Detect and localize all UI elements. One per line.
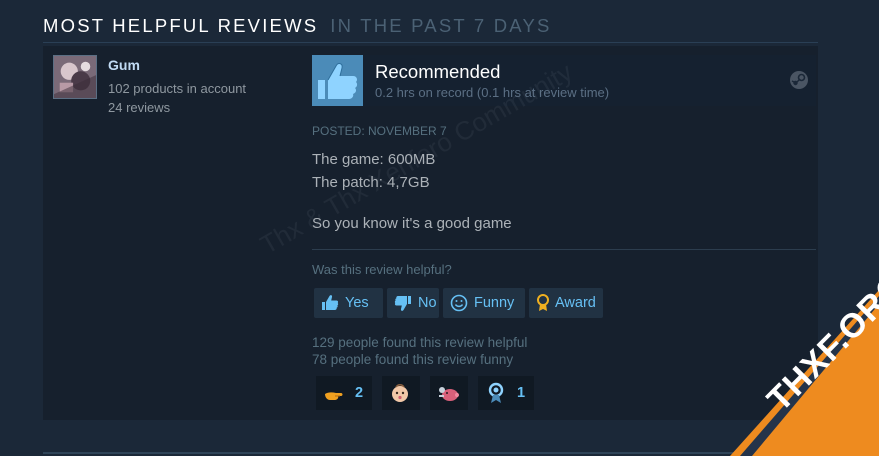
user-name[interactable]: Gum: [108, 57, 140, 73]
pig-icon: [439, 387, 459, 401]
steam-logo-icon: [790, 71, 808, 89]
award-badge[interactable]: 1: [478, 376, 534, 410]
thumbs-up-icon: [322, 295, 339, 310]
award-badge[interactable]: [430, 376, 468, 410]
header-divider: [43, 42, 818, 43]
award-badge[interactable]: 2: [316, 376, 372, 410]
vote-no-label: No: [418, 295, 437, 311]
award-button[interactable]: Award: [529, 288, 603, 318]
vote-funny-label: Funny: [474, 295, 515, 311]
vote-funny-button[interactable]: Funny: [443, 288, 525, 318]
vote-yes-button[interactable]: Yes: [314, 288, 383, 318]
award-count: 1: [517, 385, 526, 401]
user-products[interactable]: 102 products in account: [108, 81, 246, 96]
section-title: MOST HELPFUL REVIEWS: [43, 15, 319, 36]
thumbs-down-icon: [394, 296, 411, 311]
helpful-question: Was this review helpful?: [312, 262, 452, 277]
smiley-icon: [450, 294, 468, 312]
award-count: 2: [355, 385, 364, 401]
funny-count: 78 people found this review funny: [312, 352, 514, 367]
section-subtitle: IN THE PAST 7 DAYS: [330, 15, 552, 36]
review-verdict[interactable]: Recommended: [375, 61, 500, 83]
user-reviews[interactable]: 24 reviews: [108, 100, 170, 115]
award-medal-icon: [537, 294, 549, 311]
baby-face-icon: [392, 384, 408, 402]
vote-no-button[interactable]: No: [387, 288, 439, 318]
helpful-count: 129 people found this review helpful: [312, 335, 528, 350]
award-badge[interactable]: [382, 376, 420, 410]
award-label: Award: [555, 295, 596, 311]
review-divider: [312, 249, 816, 250]
section-header: MOST HELPFUL REVIEWS IN THE PAST 7 DAYS: [43, 15, 552, 37]
user-avatar[interactable]: [53, 55, 97, 99]
hand-icon: [325, 392, 343, 400]
vote-yes-label: Yes: [345, 295, 369, 311]
section-bottom-divider: [43, 452, 818, 454]
ribbon-icon: [488, 382, 504, 403]
thumbs-up-icon: [312, 55, 363, 106]
